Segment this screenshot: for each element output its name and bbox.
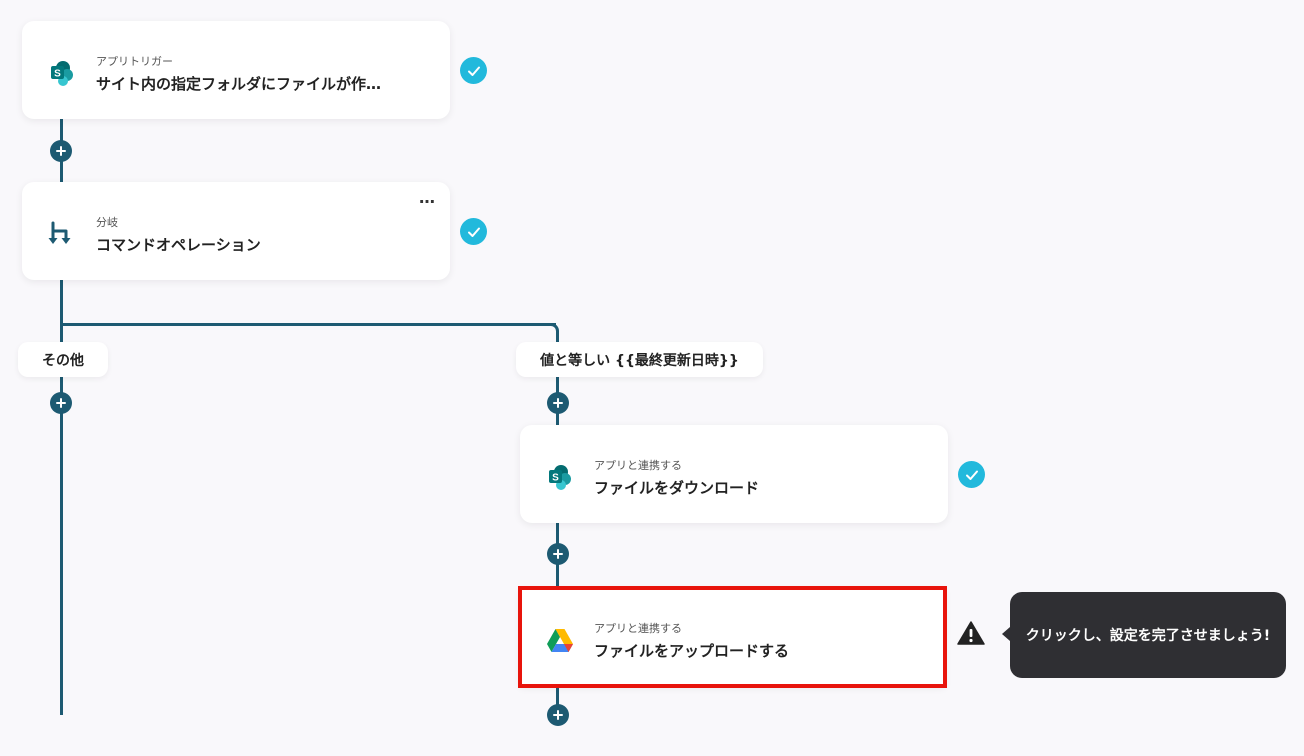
trigger-card[interactable]: S アプリトリガー サイト内の指定フォルダにファイルが作… (22, 21, 450, 119)
branch-complete-check-icon (460, 218, 487, 245)
upload-card-highlight (518, 586, 947, 688)
download-complete-check-icon (958, 461, 985, 488)
trigger-category: アプリトリガー (96, 55, 173, 68)
download-card[interactable]: S アプリと連携する ファイルをダウンロード (520, 425, 948, 523)
more-options-icon[interactable]: … (419, 188, 436, 207)
add-step-button-after-upload[interactable] (547, 704, 569, 726)
sharepoint-icon: S (546, 463, 574, 491)
branch-title: コマンドオペレーション (96, 236, 261, 254)
trigger-complete-check-icon (460, 57, 487, 84)
setup-tooltip: クリックし、設定を完了させましょう! (1010, 592, 1286, 678)
svg-text:S: S (54, 69, 61, 80)
tooltip-arrow (1002, 627, 1010, 641)
download-category: アプリと連携する (594, 459, 682, 472)
branch-icon (48, 220, 76, 248)
svg-text:S: S (552, 473, 559, 484)
add-step-button[interactable] (50, 140, 72, 162)
add-step-button-after-download[interactable] (547, 543, 569, 565)
add-step-button-other[interactable] (50, 392, 72, 414)
branch-label-other[interactable]: その他 (18, 342, 108, 377)
sharepoint-icon: S (48, 59, 76, 87)
branch-category: 分岐 (96, 216, 118, 229)
download-title: ファイルをダウンロード (594, 479, 760, 497)
branch-label-equals[interactable]: 値と等しい {{最終更新日時}} (516, 342, 763, 377)
warning-icon (957, 620, 985, 646)
connector-line-branch-horizontal (60, 323, 556, 326)
trigger-title: サイト内の指定フォルダにファイルが作… (96, 75, 382, 93)
branch-card[interactable]: 分岐 コマンドオペレーション … (22, 182, 450, 280)
add-step-button-equals[interactable] (547, 392, 569, 414)
